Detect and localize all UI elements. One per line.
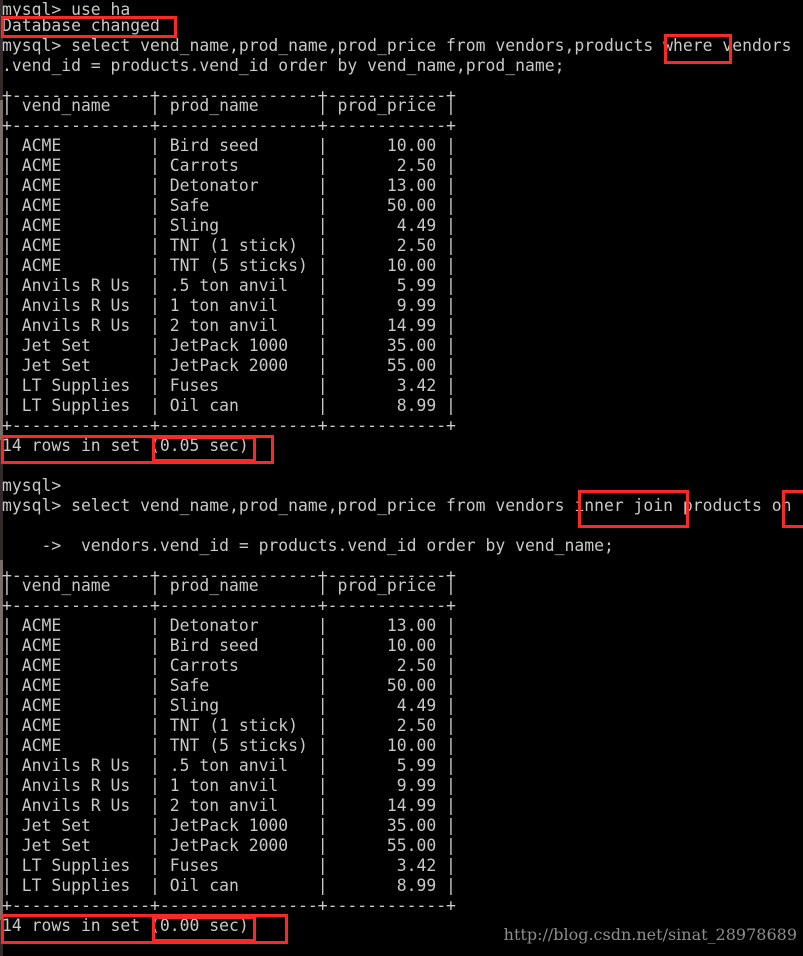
table-row: | LT Supplies | Fuses | 3.42 | — [2, 376, 456, 395]
table-row: | ACME | Safe | 50.00 | — [2, 196, 456, 215]
table-row: | LT Supplies | Fuses | 3.42 | — [2, 856, 456, 875]
terminal-line: +--------------+----------------+-------… — [2, 416, 456, 435]
terminal-line: mysql> select vend_name,prod_name,prod_p… — [2, 496, 792, 515]
terminal-line: +--------------+----------------+-------… — [2, 896, 456, 915]
terminal-line: mysql> select vend_name,prod_name,prod_p… — [2, 36, 792, 55]
table-row: | Anvils R Us | 1 ton anvil | 9.99 | — [2, 776, 456, 795]
table-row: | Jet Set | JetPack 1000 | 35.00 | — [2, 816, 456, 835]
table-row: | ACME | TNT (5 sticks) | 10.00 | — [2, 256, 456, 275]
table-row: | ACME | Carrots | 2.50 | — [2, 656, 456, 675]
table-row: | ACME | Detonator | 13.00 | — [2, 176, 456, 195]
terminal-line: | vend_name | prod_name | prod_price | — [2, 96, 456, 115]
terminal-line: .vend_id = products.vend_id order by ven… — [2, 56, 565, 75]
terminal-line: mysql> — [2, 476, 62, 495]
table-row: | Jet Set | JetPack 2000 | 55.00 | — [2, 836, 456, 855]
terminal-line: +--------------+----------------+-------… — [2, 116, 456, 135]
table-row: | Anvils R Us | 2 ton anvil | 14.99 | — [2, 316, 456, 335]
table-row: | Jet Set | JetPack 2000 | 55.00 | — [2, 356, 456, 375]
terminal-line: | vend_name | prod_name | prod_price | — [2, 576, 456, 595]
table-row: | ACME | Sling | 4.49 | — [2, 696, 456, 715]
terminal-line: -> vendors.vend_id = products.vend_id or… — [2, 536, 614, 555]
table-row: | Jet Set | JetPack 1000 | 35.00 | — [2, 336, 456, 355]
table-row: | Anvils R Us | 2 ton anvil | 14.99 | — [2, 796, 456, 815]
table-row: | ACME | TNT (1 stick) | 2.50 | — [2, 716, 456, 735]
watermark-text: http://blog.csdn.net/sinat_28978689 — [503, 925, 797, 944]
table-row: | ACME | Bird seed | 10.00 | — [2, 136, 456, 155]
table-row: | ACME | TNT (1 stick) | 2.50 | — [2, 236, 456, 255]
table-row: | ACME | Carrots | 2.50 | — [2, 156, 456, 175]
table-row: | ACME | Safe | 50.00 | — [2, 676, 456, 695]
table-row: | Anvils R Us | 1 ton anvil | 9.99 | — [2, 296, 456, 315]
terminal-line: +--------------+----------------+-------… — [2, 596, 456, 615]
table-row: | ACME | TNT (5 sticks) | 10.00 | — [2, 736, 456, 755]
table-row: | ACME | Sling | 4.49 | — [2, 216, 456, 235]
table-row: | LT Supplies | Oil can | 8.99 | — [2, 396, 456, 415]
table-row: | Anvils R Us | .5 ton anvil | 5.99 | — [2, 276, 456, 295]
table-row: | ACME | Detonator | 13.00 | — [2, 616, 456, 635]
terminal-line: Database changed — [2, 16, 160, 35]
table-row: | LT Supplies | Oil can | 8.99 | — [2, 876, 456, 895]
status-line: 14 rows in set (0.05 sec) — [2, 436, 249, 455]
status-line: 14 rows in set (0.00 sec) — [2, 916, 249, 935]
table-row: | Anvils R Us | .5 ton anvil | 5.99 | — [2, 756, 456, 775]
mysql-terminal-window[interactable]: mysql> use ha Database changed mysql> se… — [0, 0, 803, 956]
table-row: | ACME | Bird seed | 10.00 | — [2, 636, 456, 655]
